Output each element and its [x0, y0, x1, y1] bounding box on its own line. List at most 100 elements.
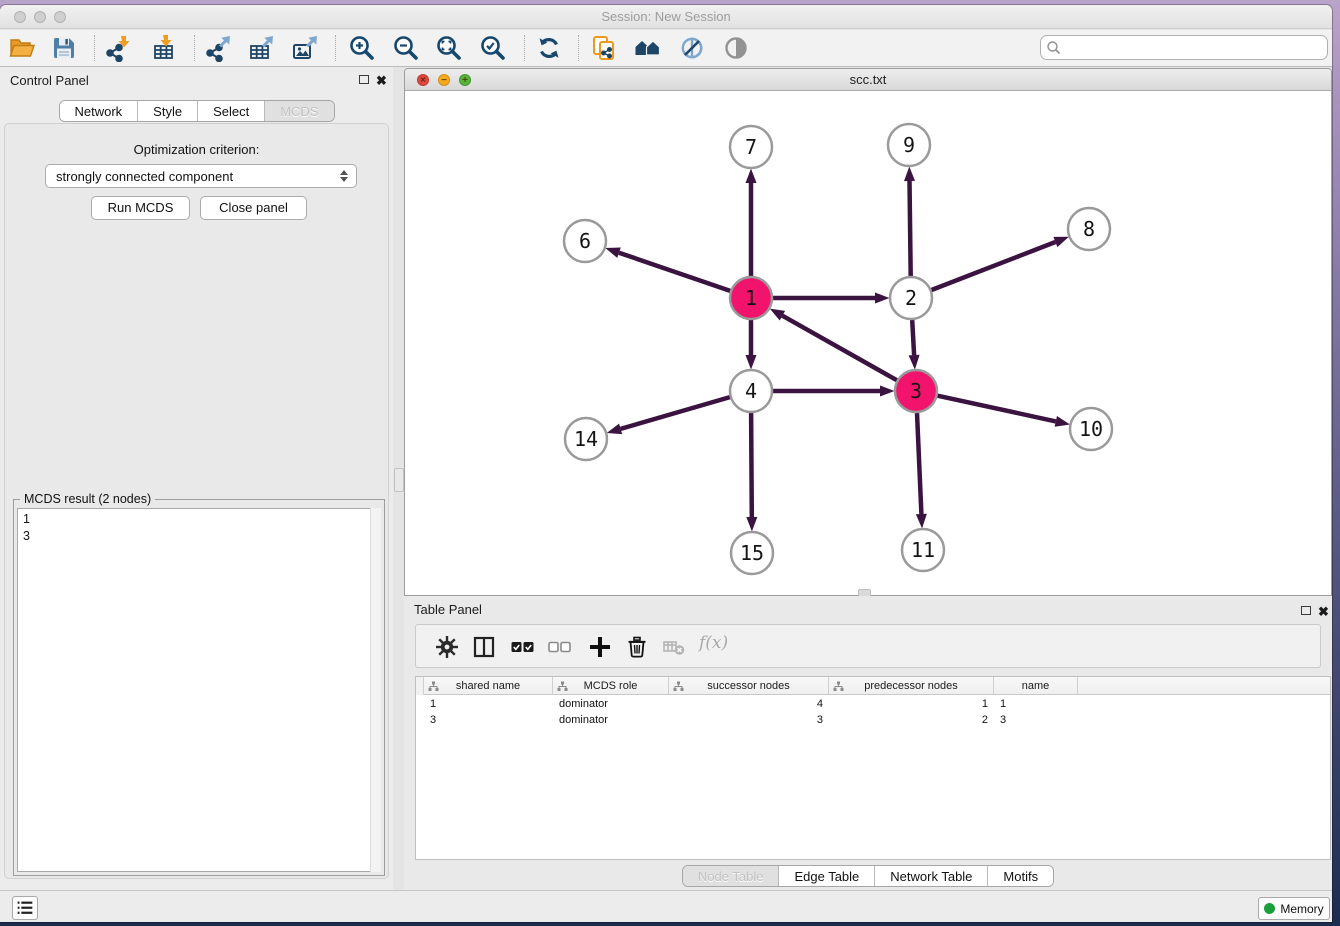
svg-text:15: 15	[740, 541, 764, 565]
graph-edge-3-1[interactable]	[782, 316, 896, 381]
task-history-button[interactable]	[12, 896, 38, 920]
graph-edge-2-9[interactable]	[910, 181, 911, 276]
delete-table-icon[interactable]	[662, 635, 686, 659]
column-header-shared-name[interactable]: shared name	[424, 677, 553, 695]
function-builder-icon[interactable]: f(x)	[699, 633, 728, 653]
import-table-icon[interactable]	[151, 34, 179, 62]
search-box[interactable]	[1040, 35, 1328, 60]
delete-column-trash-icon[interactable]	[625, 635, 649, 659]
network-close-icon[interactable]: ×	[417, 74, 429, 86]
tab-network-table[interactable]: Network Table	[874, 866, 987, 886]
table-row[interactable]: 3dominator323	[416, 712, 1330, 728]
graph-node-14[interactable]: 14	[565, 418, 607, 460]
network-graph-canvas[interactable]: 1 2 3 4 6 7 8 9 10 11 14 15	[405, 91, 1331, 596]
graph-node-11[interactable]: 11	[902, 529, 944, 571]
open-session-icon[interactable]	[8, 34, 36, 62]
zoom-selected-icon[interactable]	[479, 34, 507, 62]
window-titlebar[interactable]: Session: New Session	[0, 5, 1332, 29]
graph-edge-3-10[interactable]	[938, 396, 1056, 422]
graph-edge-1-6[interactable]	[619, 253, 730, 291]
column-header-predecessor-nodes[interactable]: predecessor nodes	[829, 677, 994, 695]
memory-button[interactable]: Memory	[1258, 897, 1330, 920]
mcds-result-group: MCDS result (2 nodes) 1 3	[13, 499, 385, 876]
column-header-successor-nodes[interactable]: successor nodes	[669, 677, 829, 695]
graph-node-2[interactable]: 2	[890, 277, 932, 319]
svg-text:10: 10	[1079, 417, 1103, 441]
graph-edge-4-15[interactable]	[751, 413, 752, 517]
table-toolbar: f(x)	[415, 624, 1321, 668]
graph-edge-3-11[interactable]	[917, 413, 921, 514]
table-cell[interactable]: dominator	[553, 696, 669, 712]
show-columns-icon[interactable]	[472, 635, 496, 659]
export-table-icon[interactable]	[247, 34, 275, 62]
network-minimize-icon[interactable]: −	[438, 74, 450, 86]
zoom-out-icon[interactable]	[392, 34, 420, 62]
graph-node-10[interactable]: 10	[1070, 408, 1112, 450]
table-cell[interactable]: dominator	[553, 712, 669, 728]
toggle-visibility-icon[interactable]	[722, 34, 750, 62]
deselect-all-icon[interactable]	[548, 635, 572, 659]
graph-node-3[interactable]: 3	[895, 370, 937, 412]
zoom-fit-icon[interactable]	[435, 34, 463, 62]
graph-node-4[interactable]: 4	[730, 370, 772, 412]
mcds-result-text[interactable]: 1 3	[17, 508, 381, 872]
table-cell[interactable]: 3	[669, 712, 829, 728]
table-row[interactable]: 1dominator411	[416, 696, 1330, 712]
table-cell[interactable]: 1	[994, 696, 1078, 712]
graph-node-6[interactable]: 6	[564, 220, 606, 262]
network-zoom-icon[interactable]: +	[459, 74, 471, 86]
run-mcds-button[interactable]: Run MCDS	[91, 196, 190, 220]
tab-mcds[interactable]: MCDS	[264, 101, 333, 121]
result-scrollbar[interactable]	[370, 508, 381, 872]
export-image-icon[interactable]	[291, 34, 319, 62]
table-cell[interactable]: 1	[424, 696, 553, 712]
save-session-icon[interactable]	[50, 34, 78, 62]
graph-node-1[interactable]: 1	[730, 277, 772, 319]
column-header-MCDS-role[interactable]: MCDS role	[553, 677, 669, 695]
memory-label: Memory	[1280, 902, 1323, 916]
column-header-name[interactable]: name	[994, 677, 1078, 695]
search-input[interactable]	[1065, 37, 1323, 58]
table-cell[interactable]: 4	[669, 696, 829, 712]
graph-node-8[interactable]: 8	[1068, 208, 1110, 250]
import-network-icon[interactable]	[104, 34, 132, 62]
control-panel-close-icon[interactable]: ✖	[376, 74, 387, 87]
clone-network-icon[interactable]	[590, 34, 618, 62]
graph-edge-2-3[interactable]	[912, 320, 914, 355]
window-minimize-icon[interactable]	[34, 11, 46, 23]
export-network-icon[interactable]	[204, 34, 232, 62]
add-column-icon[interactable]	[588, 635, 612, 659]
table-panel-close-icon[interactable]: ✖	[1318, 605, 1329, 618]
close-panel-button[interactable]: Close panel	[200, 196, 307, 220]
tab-node-table[interactable]: Node Table	[683, 866, 779, 886]
panel-divider-grip[interactable]	[394, 468, 404, 492]
refresh-icon[interactable]	[535, 34, 563, 62]
table-cell[interactable]: 2	[829, 712, 994, 728]
control-panel-float-icon[interactable]	[359, 75, 369, 84]
graph-node-9[interactable]: 9	[888, 124, 930, 166]
tab-style[interactable]: Style	[137, 101, 197, 121]
table-cell[interactable]: 1	[829, 696, 994, 712]
node-table[interactable]: shared nameMCDS rolesuccessor nodesprede…	[415, 676, 1331, 860]
tab-edge-table[interactable]: Edge Table	[778, 866, 874, 886]
table-panel-float-icon[interactable]	[1301, 606, 1311, 615]
reset-home-icon[interactable]	[634, 34, 662, 62]
graph-node-15[interactable]: 15	[731, 532, 773, 574]
zoom-in-icon[interactable]	[348, 34, 376, 62]
graph-edge-4-14[interactable]	[621, 397, 730, 429]
table-settings-gear-icon[interactable]	[435, 635, 459, 659]
criterion-dropdown[interactable]: strongly connected component	[45, 164, 357, 188]
tab-network[interactable]: Network	[59, 101, 137, 121]
window-zoom-icon[interactable]	[54, 11, 66, 23]
window-close-icon[interactable]	[14, 11, 26, 23]
select-all-icon[interactable]	[511, 635, 535, 659]
table-cell[interactable]: 3	[994, 712, 1078, 728]
toggle-style-icon[interactable]	[678, 34, 706, 62]
network-window-titlebar[interactable]: × − + scc.txt	[405, 69, 1331, 91]
graph-node-7[interactable]: 7	[730, 126, 772, 168]
table-cell[interactable]: 3	[424, 712, 553, 728]
window-title: Session: New Session	[0, 5, 1332, 29]
tab-motifs[interactable]: Motifs	[987, 866, 1053, 886]
tab-select[interactable]: Select	[197, 101, 264, 121]
graph-edge-2-8[interactable]	[932, 242, 1056, 290]
